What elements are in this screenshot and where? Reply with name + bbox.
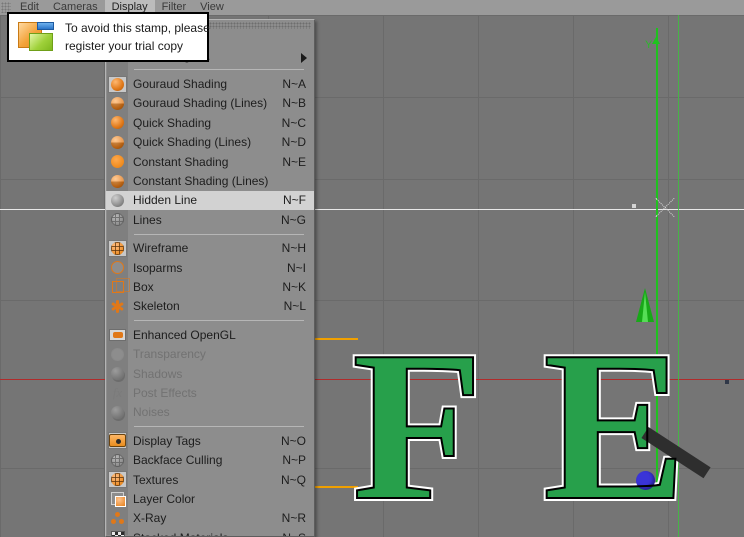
menu-item-shadows: Shadows: [106, 364, 314, 383]
menu-item-constant-shading[interactable]: Constant Shading N~E: [106, 152, 314, 171]
menu-item-hidden-line[interactable]: Hidden Line N~F: [106, 190, 314, 211]
menu-separator: [134, 426, 304, 428]
y-axis-arrow-icon: [652, 37, 660, 44]
ring-dim-icon: [108, 346, 127, 363]
point-marker: [632, 204, 636, 208]
sphere-grey-icon: [108, 192, 127, 209]
application-window: Edit Cameras Display Filter View Y F E F…: [0, 0, 744, 537]
menu-item-box[interactable]: Box N~K: [106, 277, 314, 296]
noise-icon: [108, 404, 127, 421]
opengl-icon: [108, 326, 127, 343]
display-menu-dropdown[interactable]: Default Light... Gouraud Shading N~A Gou…: [105, 19, 315, 537]
menu-item-quick-shading[interactable]: Quick Shading N~C: [106, 113, 314, 132]
eye-tag-icon: [108, 432, 127, 450]
shadow-icon: [108, 365, 127, 382]
skeleton-icon: [108, 298, 127, 315]
menu-item-display-tags[interactable]: Display Tags N~O: [106, 431, 314, 450]
menu-separator: [134, 233, 304, 235]
menu-item-gouraud-shading-lines[interactable]: Gouraud Shading (Lines) N~B: [106, 94, 314, 113]
menu-item-noises: Noises: [106, 403, 314, 422]
menu-item-layer-color[interactable]: Layer Color: [106, 489, 314, 508]
origin-star-marker: [652, 195, 678, 221]
sphere-constant-lines-icon: [108, 173, 127, 190]
menu-item-post-effects: fx Post Effects: [106, 383, 314, 402]
menu-item-lines[interactable]: Lines N~G: [106, 210, 314, 229]
sphere-quick-icon: [108, 114, 127, 131]
sphere-shaded-icon: [108, 75, 127, 93]
fx-icon: fx: [112, 384, 123, 400]
trial-app-logo-icon: [17, 20, 57, 54]
trial-stamp-dialog[interactable]: To avoid this stamp, please register you…: [7, 12, 210, 62]
sphere-shaded-lines-icon: [108, 95, 127, 112]
menu-item-textures[interactable]: Textures N~Q: [106, 470, 314, 489]
y-axis-label: Y: [645, 39, 653, 51]
menu-item-enhanced-opengl[interactable]: Enhanced OpenGL: [106, 325, 314, 344]
sphere-quick-lines-icon: [108, 134, 127, 151]
trial-stamp-text: To avoid this stamp, please register you…: [65, 19, 210, 55]
menu-item-gouraud-shading[interactable]: Gouraud Shading N~A: [106, 74, 314, 93]
texture-sphere-icon: [108, 471, 127, 488]
ring-icon: [108, 259, 127, 276]
sphere-grid-dark-icon: [108, 452, 127, 469]
trial-stamp-line-1: To avoid this stamp, please: [65, 21, 210, 35]
menu-item-stacked-materials[interactable]: Stacked Materials N~S: [106, 528, 314, 536]
sphere-wireframe-icon: [108, 239, 127, 257]
grid-line-vertical: [0, 15, 1, 537]
menu-item-transparency: Transparency: [106, 344, 314, 363]
letter-e-selection-dash: E: [542, 306, 687, 537]
menu-item-backface-culling[interactable]: Backface Culling N~P: [106, 450, 314, 469]
sphere-grid-icon: [108, 211, 127, 228]
menu-item-isoparms[interactable]: Isoparms N~I: [106, 258, 314, 277]
point-marker: [725, 380, 729, 384]
checker-stack-icon: [108, 529, 127, 536]
menu-separator: [134, 320, 304, 322]
box-icon: [108, 277, 130, 295]
menu-item-quick-shading-lines[interactable]: Quick Shading (Lines) N~D: [106, 133, 314, 152]
menu-separator: [134, 69, 304, 71]
menu-item-skeleton[interactable]: Skeleton N~L: [106, 297, 314, 316]
xray-icon: [108, 510, 127, 527]
layer-color-icon: [108, 490, 127, 508]
menu-item-x-ray[interactable]: X-Ray N~R: [106, 509, 314, 528]
menu-item-constant-shading-lines[interactable]: Constant Shading (Lines): [106, 171, 314, 190]
letter-f-selection-dash: F: [351, 306, 484, 537]
menu-item-wireframe[interactable]: Wireframe N~H: [106, 239, 314, 258]
sphere-constant-icon: [108, 153, 127, 170]
trial-stamp-line-2: register your trial copy: [65, 39, 184, 53]
